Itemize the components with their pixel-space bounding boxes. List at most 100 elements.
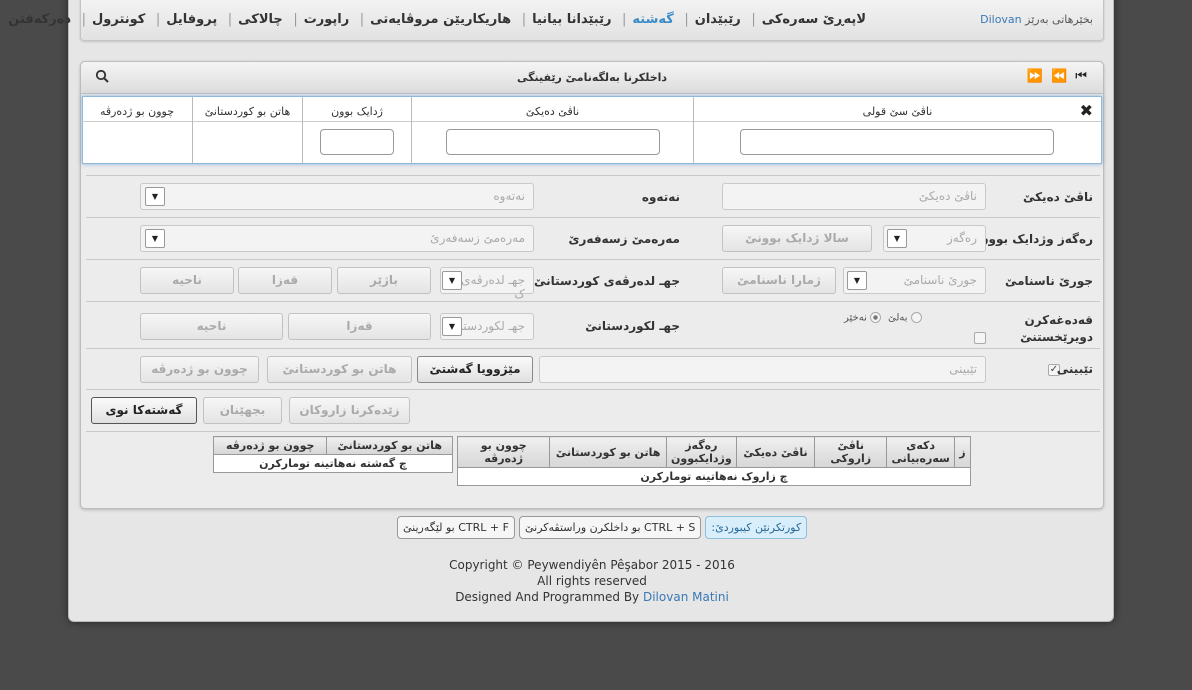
children-table-header: ز دکەی سەرەبیانی ناڤێ زاروکی ناڤێ دەیکێ … bbox=[456, 436, 972, 468]
menu-home[interactable]: لاپەڕێ سەرەکی bbox=[758, 12, 870, 27]
mother-name-label: ناڤێ دەیکێ bbox=[1022, 190, 1093, 204]
deport-yes-label: بەلێ bbox=[888, 312, 908, 324]
menu-foreign-permits[interactable]: رێبێدانا بیانیا bbox=[528, 12, 615, 27]
abroad-district-input[interactable]: قەزا bbox=[238, 267, 332, 294]
form-row-deport: قەدەغەکرن دویرێخستنێ بەلێ نەخێر جهـ لکور… bbox=[86, 303, 1100, 349]
panel-title: داخلکرنا بەلگەنامێ رێفینگی bbox=[516, 71, 668, 84]
filter-arrival-label: هاتن بو کوردستانێ bbox=[204, 105, 291, 118]
menu-trips[interactable]: گەشتە bbox=[628, 12, 677, 27]
top-navigation: بخێرهاتی بەرێز Dilovan لاپەڕێ سەرەکی| رێ… bbox=[8, 0, 1104, 41]
username-link[interactable]: Dilovan bbox=[980, 13, 1022, 26]
form-row-mother: ناڤێ دەیکێ ناڤێ دەیکێ نەتەوە نەتەوە ▼ bbox=[86, 177, 1100, 218]
deportation-label: قەدەغەکرن دویرێخستنێ bbox=[1020, 313, 1093, 344]
col-mother-name: ناڤێ دەیکێ bbox=[735, 436, 816, 468]
id-type-label: جورێ ناسنامێ bbox=[1004, 274, 1093, 288]
menu-profile[interactable]: پروفایل bbox=[162, 12, 221, 27]
menu-reports[interactable]: راپورت bbox=[300, 12, 354, 27]
designed-by-label: Designed And Programmed By bbox=[455, 590, 640, 604]
search-filter-popup: ناڤێ سێ قولی ناڤێ دەیکێ ژدایک بوون هاتن … bbox=[82, 96, 1102, 164]
deport-no-radio[interactable]: نەخێر bbox=[844, 312, 881, 324]
filter-col-departure: چوون بو ژدەرڤە bbox=[82, 97, 192, 163]
abroad-city-input[interactable]: باژێر bbox=[337, 267, 431, 294]
new-trip-button[interactable]: گەشتەکا نوی bbox=[91, 397, 197, 424]
birth-year-input[interactable]: سالا ژدایک بوونێ bbox=[722, 225, 872, 252]
col-departure: چوون بو ژدەرڤە bbox=[456, 436, 551, 468]
filter-birth-label: ژدایک بوون bbox=[331, 105, 383, 118]
shortcuts-title: کورتکرنێن کیبوردێ: bbox=[705, 516, 808, 539]
author-link[interactable]: Dilovan Matini bbox=[643, 590, 729, 604]
close-icon[interactable]: ✖ bbox=[1080, 101, 1093, 120]
search-icon[interactable] bbox=[95, 69, 109, 87]
menu-humanitarian[interactable]: هاریکاریێن مروڤایەتی bbox=[366, 12, 515, 27]
menu-separator: | bbox=[227, 12, 233, 27]
abroad-dropdown-icon[interactable]: ▼ bbox=[442, 271, 462, 290]
table-row: چ زاروک نەهاتینە تومارکرن bbox=[457, 467, 971, 486]
nation-select[interactable]: نەتەوە bbox=[140, 183, 534, 210]
main-menu: لاپەڕێ سەرەکی| رێبێدان| گەشتە| رێبێدانا … bbox=[4, 12, 870, 27]
mother-name-input[interactable]: ناڤێ دەیکێ bbox=[722, 183, 986, 210]
gender-birth-label: رەگەز وژدایک بوون bbox=[978, 232, 1093, 246]
col-arrival: هاتن بو کوردستانێ bbox=[549, 436, 667, 468]
trips-table-header: هاتن بو کوردستانێ چوون بو ژدەرڤە bbox=[212, 436, 453, 455]
col-departure: چوون بو ژدەرڤە bbox=[212, 436, 328, 455]
kurdistan-district-input[interactable]: قەزا bbox=[288, 313, 431, 340]
welcome-label: بخێرهاتی بەرێز bbox=[1025, 13, 1093, 26]
trips-empty-message: چ گەشتە نەهاتینە تومارکرن bbox=[213, 454, 453, 473]
divider bbox=[303, 121, 411, 122]
credits-text: Designed And Programmed By Dilovan Matin… bbox=[69, 589, 1115, 605]
filter-mother-input[interactable] bbox=[446, 129, 660, 155]
kurdistan-location-label: جهـ لکوردستانێ bbox=[585, 319, 680, 333]
form-row-id: جورێ ناسنامێ جورێ ناسنامێ ▼ ژمارا ناسنام… bbox=[86, 261, 1100, 302]
col-number: ز bbox=[953, 436, 972, 468]
travel-purpose-label: مەرەمێ زسەفەرێ bbox=[568, 232, 680, 246]
abroad-area-input[interactable]: ناحیە bbox=[140, 267, 234, 294]
departure-button[interactable]: چوون بو ژدەرڤە bbox=[140, 356, 259, 383]
page-container: بخێرهاتی بەرێز Dilovan لاپەڕێ سەرەکی| رێ… bbox=[8, 0, 1115, 622]
menu-permits[interactable]: رێبێدان bbox=[691, 12, 745, 27]
menu-activity[interactable]: چالاکی bbox=[234, 12, 287, 27]
trip-history-button[interactable]: مێژوویا گەشتێ bbox=[417, 356, 533, 383]
divider bbox=[694, 121, 1101, 122]
search-shortcut: CTRL + F بو لێگەرینێ bbox=[397, 516, 515, 539]
kurdistan-dropdown-icon[interactable]: ▼ bbox=[442, 317, 462, 336]
nation-dropdown-icon[interactable]: ▼ bbox=[145, 187, 165, 206]
col-card: دکەی سەرەبیانی bbox=[886, 436, 955, 468]
col-child-name: ناڤێ زاروکی bbox=[814, 436, 888, 468]
nation-label: نەتەوە bbox=[641, 190, 680, 204]
deport-checkbox[interactable] bbox=[974, 332, 986, 344]
welcome-message: بخێرهاتی بەرێز Dilovan bbox=[980, 13, 1093, 26]
menu-separator: | bbox=[293, 12, 298, 27]
form-row-birth: رەگەز وژدایک بوون رەگەز ▼ سالا ژدایک بوو… bbox=[86, 219, 1100, 260]
panel-header: ⏩ ⏪ ⏮ داخلکرنا بەلگەنامێ رێفینگی bbox=[81, 62, 1103, 94]
deport-yes-radio[interactable]: بەلێ bbox=[888, 312, 922, 324]
menu-control[interactable]: کونترول bbox=[88, 12, 149, 27]
add-children-button[interactable]: زێدەکرنا زاروکان bbox=[289, 397, 410, 424]
rights-text: All rights reserved bbox=[537, 574, 647, 588]
divider bbox=[82, 121, 192, 122]
id-type-dropdown-icon[interactable]: ▼ bbox=[847, 271, 867, 290]
divider bbox=[412, 121, 693, 122]
footer: Copyright © Peywendiyên Pêşabor 2015 - 2… bbox=[69, 557, 1115, 605]
travel-purpose-dropdown-icon[interactable]: ▼ bbox=[145, 229, 165, 248]
gender-dropdown-icon[interactable]: ▼ bbox=[887, 229, 907, 248]
abroad-location-label: جهـ لدەرڤەی کوردستانێ bbox=[533, 274, 680, 288]
divider bbox=[193, 121, 302, 122]
filter-col-mother: ناڤێ دەیکێ bbox=[411, 97, 693, 163]
filter-departure-label: چوون بو ژدەرڤە bbox=[99, 105, 175, 118]
save-shortcut: CTRL + S بو داخلکرن وراستڤەکرنێ bbox=[518, 516, 702, 539]
children-empty-message: چ زاروک نەهاتینە تومارکرن bbox=[457, 467, 971, 486]
arrival-button[interactable]: هاتن بو کوردستانێ bbox=[267, 356, 412, 383]
filter-col-birth: ژدایک بوون bbox=[302, 97, 411, 163]
filter-birth-input[interactable] bbox=[320, 129, 394, 155]
copyright-text: Copyright © Peywendiyên Pêşabor 2015 - 2… bbox=[449, 558, 735, 572]
travel-purpose-select[interactable]: مەرەمێ زسەفەرێ bbox=[140, 225, 534, 252]
filter-col-fullname: ناڤێ سێ قولی bbox=[693, 97, 1101, 163]
menu-logout[interactable]: دەرکەفتن bbox=[4, 12, 75, 27]
cancel-button[interactable]: بجهێنان bbox=[203, 397, 282, 424]
notes-input[interactable]: تێبینی bbox=[539, 356, 986, 383]
filter-fullname-input[interactable] bbox=[740, 129, 1054, 155]
kurdistan-area-input[interactable]: ناحیە bbox=[140, 313, 283, 340]
menu-separator: | bbox=[359, 12, 365, 27]
menu-separator: | bbox=[751, 12, 756, 27]
id-number-input[interactable]: ژمارا ناسنامێ bbox=[722, 267, 836, 294]
